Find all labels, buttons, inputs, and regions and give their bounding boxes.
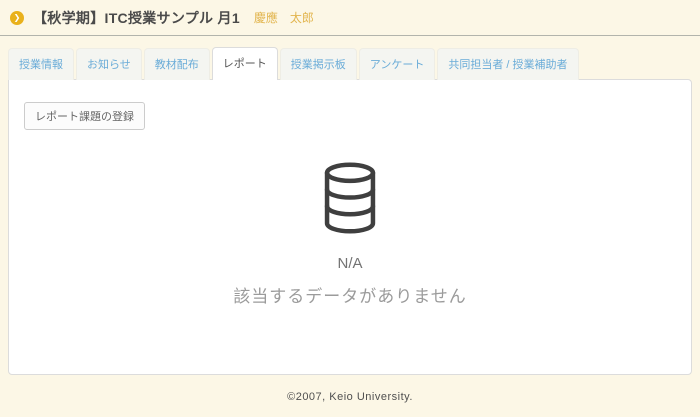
register-report-assignment-button[interactable]: レポート課題の登録 [24, 102, 145, 130]
empty-state: N/A 該当するデータがありません [24, 162, 676, 307]
tab-materials[interactable]: 教材配布 [144, 48, 210, 80]
tab-bar: 授業情報 お知らせ 教材配布 レポート 授業掲示板 アンケート 共同担当者 / … [8, 47, 581, 80]
copyright-text: ©2007, Keio University. [0, 391, 700, 403]
user-name-link[interactable]: 慶應 太郎 [254, 9, 314, 26]
tab-course-info[interactable]: 授業情報 [8, 48, 74, 80]
empty-state-message: 該当するデータがありません [24, 282, 676, 307]
tab-co-instructors[interactable]: 共同担当者 / 授業補助者 [437, 48, 578, 80]
report-panel: レポート課題の登録 N/A 該当するデータがありません [8, 79, 692, 375]
database-icon [321, 221, 379, 238]
chevron-right-circle-icon: ❯ [10, 11, 24, 25]
report-panel-inner: レポート課題の登録 N/A 該当するデータがありません [9, 80, 691, 307]
page-header: ❯ 【秋学期】ITC授業サンプル 月1 慶應 太郎 [0, 0, 700, 36]
course-title: 【秋学期】ITC授業サンプル 月1 [33, 8, 240, 28]
tab-report[interactable]: レポート [212, 47, 278, 80]
tab-announcements[interactable]: お知らせ [76, 48, 142, 80]
tab-bbs[interactable]: 授業掲示板 [280, 48, 357, 80]
empty-state-title: N/A [24, 255, 676, 272]
tab-survey[interactable]: アンケート [359, 48, 436, 80]
